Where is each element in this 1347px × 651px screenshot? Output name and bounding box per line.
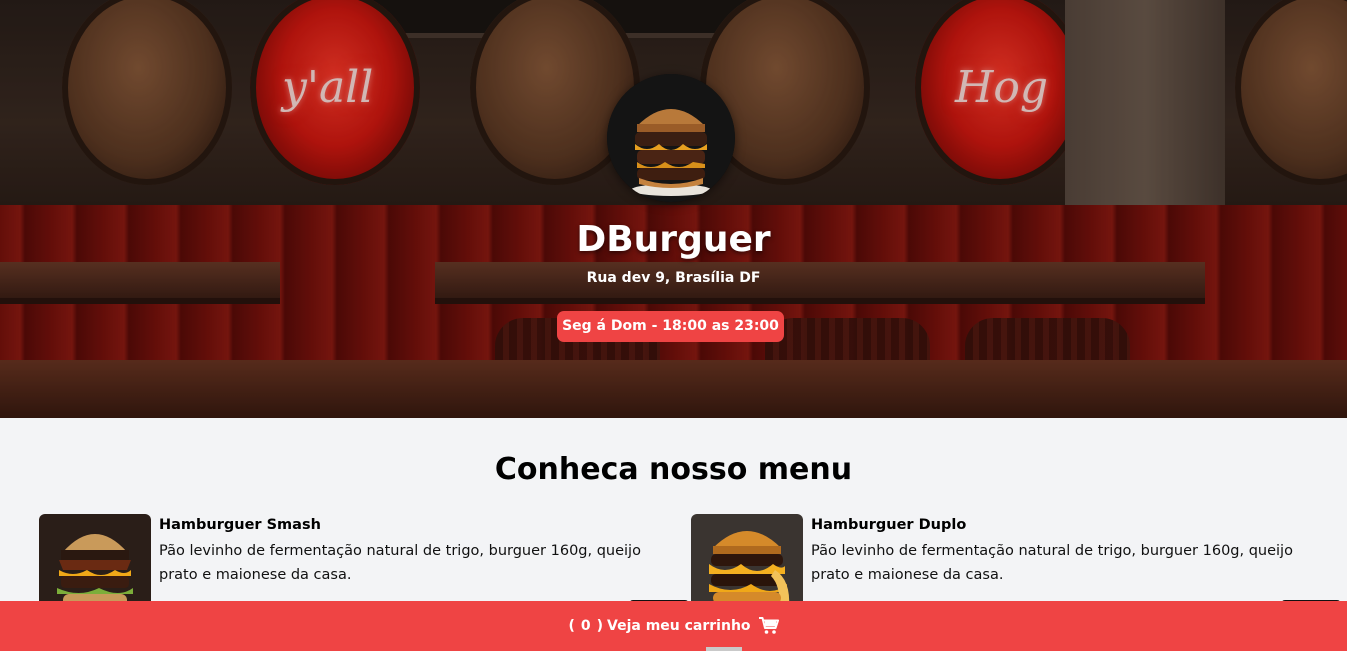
hero-overlay <box>0 0 1347 418</box>
burger-photo-icon <box>39 514 151 614</box>
cart-open-paren: ( <box>568 618 575 634</box>
shopping-cart-icon <box>758 617 779 634</box>
view-cart-button[interactable]: ( 0 ) Veja meu carrinho <box>0 601 1347 651</box>
menu-item-image <box>691 514 803 614</box>
hero-banner: y'all Hog DBurguer Rua dev 9, Brasília D… <box>0 0 1347 418</box>
restaurant-logo <box>607 74 735 202</box>
scroll-handle[interactable] <box>706 647 742 651</box>
cart-count: 0 <box>580 618 591 634</box>
burger-photo-icon <box>691 514 803 614</box>
burger-logo-icon <box>607 74 735 202</box>
restaurant-name: DBurguer <box>576 219 771 260</box>
opening-hours-badge: Seg á Dom - 18:00 as 23:00 <box>557 311 784 342</box>
menu-item-name: Hamburguer Duplo <box>811 517 967 533</box>
menu-item: Hamburguer Smash Pão levinho de fermenta… <box>39 514 689 620</box>
cart-label: Veja meu carrinho <box>607 618 751 634</box>
menu-item-name: Hamburguer Smash <box>159 517 321 533</box>
restaurant-address: Rua dev 9, Brasília DF <box>586 270 761 286</box>
menu-item-image <box>39 514 151 614</box>
menu-title: Conheca nosso menu <box>494 452 853 487</box>
menu-item-description: Pão levinho de fermentação natural de tr… <box>811 543 1293 583</box>
cart-close-paren: ) <box>596 618 604 634</box>
menu-item: Hamburguer Duplo Pão levinho de fermenta… <box>691 514 1341 620</box>
menu-item-description: Pão levinho de fermentação natural de tr… <box>159 543 641 583</box>
